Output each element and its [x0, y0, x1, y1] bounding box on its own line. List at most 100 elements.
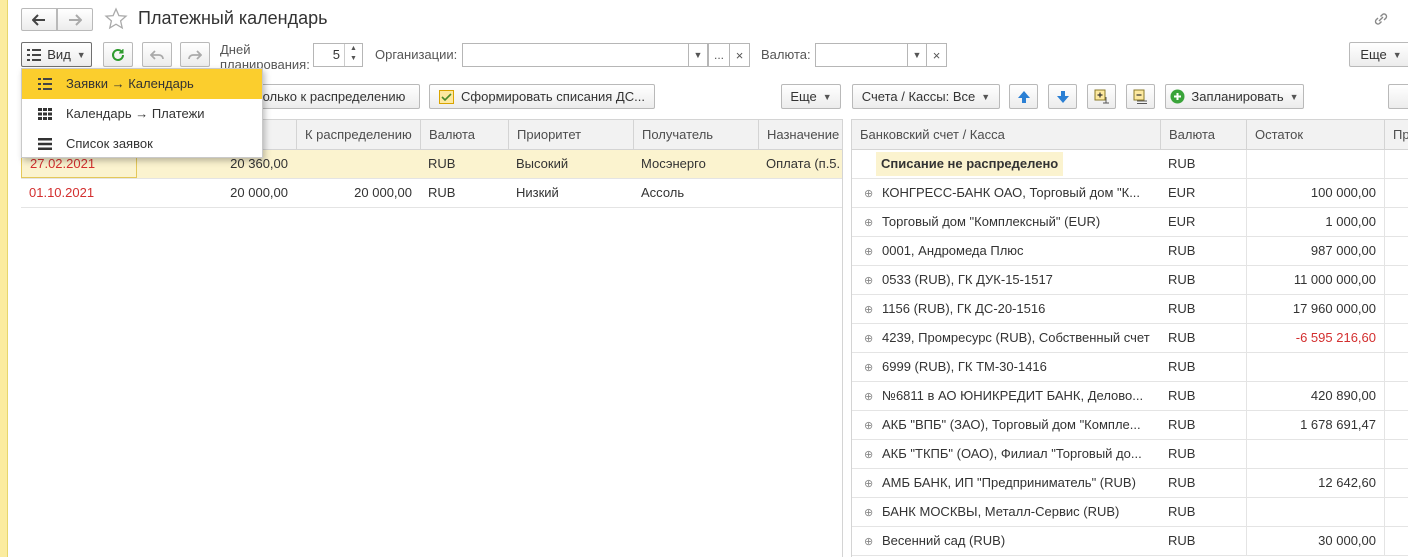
column-divider [1384, 527, 1385, 555]
expand-plus-icon[interactable]: ⊕ [864, 332, 873, 345]
table-row[interactable]: ⊕ АКБ "ТКПБ" (ОАО), Филиал "Торговый до..… [852, 440, 1408, 469]
cell-currency: RUB [1168, 446, 1196, 461]
organizations-dropdown-button[interactable]: ▼ [688, 43, 708, 67]
col-header-currency[interactable]: Валюта [420, 120, 508, 149]
cell-balance: 1 000,00 [1325, 214, 1376, 229]
organizations-select-button[interactable]: ... [708, 43, 730, 67]
collapse-all-button[interactable] [1126, 84, 1155, 109]
table-row[interactable]: ⊕ 1156 (RUB), ГК ДС-20-1516 RUB 17 960 000,… [852, 295, 1408, 324]
cell-currency: RUB [1168, 330, 1196, 345]
cell-account-name: Списание не распределено [876, 152, 1064, 176]
table-row[interactable]: Списание не распределено RUB [852, 150, 1408, 179]
link-icon[interactable] [1372, 10, 1390, 31]
table-row[interactable]: 01.10.2021 20 000,00 20 000,00 RUB Низки… [21, 179, 842, 208]
expand-plus-icon[interactable]: ⊕ [864, 303, 873, 316]
menu-item-calendar-payments[interactable]: Календарь → Платежи [22, 99, 262, 129]
col-header-purpose[interactable]: Назначение [758, 120, 843, 149]
organizations-clear-button[interactable]: × [729, 43, 750, 67]
requests-table: К распределению Валюта Приоритет Получат… [21, 119, 843, 557]
table-row[interactable]: ⊕ Торговый дом "Комплексный" (EUR) EUR 1 00… [852, 208, 1408, 237]
expand-plus-icon[interactable]: ⊕ [864, 390, 873, 403]
table-row[interactable]: ⊕ БАНК МОСКВЫ, Металл-Сервис (RUB) RUB [852, 498, 1408, 527]
expand-plus-icon[interactable]: ⊕ [864, 361, 873, 374]
expand-tree-icon [1094, 89, 1109, 103]
move-down-button[interactable] [1048, 84, 1077, 109]
expand-plus-icon[interactable]: ⊕ [864, 535, 873, 548]
cell-balance: 1 678 691,47 [1300, 417, 1376, 432]
menu-item-requests-list[interactable]: Список заявок [22, 129, 262, 159]
cell-balance [1246, 150, 1384, 178]
redo-button[interactable] [180, 42, 210, 67]
cell-balance: -6 595 216,60 [1295, 330, 1376, 345]
column-divider [1246, 208, 1247, 236]
column-divider [1246, 382, 1247, 410]
table-row[interactable]: ⊕ №6811 в АО ЮНИКРЕДИТ БАНК, Делово... RUB… [852, 382, 1408, 411]
checklist-icon [439, 89, 455, 104]
expand-plus-icon[interactable]: ⊕ [864, 187, 873, 200]
expand-plus-icon[interactable]: ⊕ [864, 245, 873, 258]
table-row[interactable]: ⊕ 0001, Андромеда Плюс RUB 987 000,00 [852, 237, 1408, 266]
table-row[interactable]: ⊕ 0533 (RUB), ГК ДУК-15-1517 RUB 11 000 000… [852, 266, 1408, 295]
expand-plus-icon[interactable]: ⊕ [864, 419, 873, 432]
move-up-button[interactable] [1009, 84, 1038, 109]
table-row[interactable]: ⊕ 6999 (RUB), ГК ТМ-30-1416 RUB [852, 353, 1408, 382]
col-header-account[interactable]: Банковский счет / Касса [852, 120, 1160, 149]
accounts-filter-button[interactable]: Счета / Кассы: Все ▼ [852, 84, 1000, 109]
chevron-down-icon: ▼ [822, 91, 832, 102]
column-divider [1384, 324, 1385, 352]
back-button[interactable] [21, 8, 57, 31]
accounts-filter-label: Счета / Кассы: Все [861, 89, 976, 104]
expand-plus-icon[interactable]: ⊕ [864, 448, 873, 461]
col-header-priority[interactable]: Приоритет [508, 120, 633, 149]
currency-input[interactable]: ▼ [815, 43, 927, 67]
only-distribution-button[interactable]: олько к распределению [248, 84, 420, 109]
right-edge-button[interactable] [1388, 84, 1408, 109]
cell-balance [1246, 440, 1384, 468]
col-header-balance[interactable]: Остаток [1246, 120, 1384, 149]
col-header-recipient[interactable]: Получатель [633, 120, 758, 149]
more-button-left[interactable]: Еще ▼ [781, 84, 841, 109]
only-distribution-label: олько к распределению [262, 89, 406, 104]
expand-plus-icon[interactable]: ⊕ [864, 477, 873, 490]
cell-account-name: 0001, Андромеда Плюс [882, 243, 1024, 258]
table-row[interactable]: ⊕ АКБ "ВПБ" (ЗАО), Торговый дом "Компле..… [852, 411, 1408, 440]
favorite-star-icon[interactable] [104, 7, 128, 34]
form-writeoffs-button[interactable]: Сформировать списания ДС... [429, 84, 655, 109]
menu-item-requests-calendar[interactable]: Заявки → Календарь [22, 69, 262, 99]
forward-button[interactable] [57, 8, 93, 31]
view-dropdown-button[interactable]: Вид ▼ [21, 42, 92, 67]
panel-splitter[interactable] [843, 80, 849, 557]
table-row[interactable]: ⊕ АМБ БАНК, ИП "Предприниматель" (RUB) RUB… [852, 469, 1408, 498]
column-divider [1246, 324, 1247, 352]
cell-balance: 30 000,00 [1318, 533, 1376, 548]
days-stepper[interactable]: 5 ▲ ▼ [313, 43, 363, 67]
organizations-input[interactable]: ▼ [462, 43, 708, 67]
col-header-currency[interactable]: Валюта [1160, 120, 1246, 149]
column-divider [1384, 295, 1385, 323]
column-divider [1246, 527, 1247, 555]
arrow-left-icon [32, 13, 45, 26]
col-header-extra[interactable]: Пр [1384, 120, 1408, 149]
cell-account-name: АКБ "ВПБ" (ЗАО), Торговый дом "Компле... [882, 417, 1141, 432]
cell-purpose: Оплата (п.5. [766, 156, 841, 171]
expand-plus-icon[interactable]: ⊕ [864, 506, 873, 519]
cell-balance [1246, 498, 1384, 526]
expand-all-button[interactable] [1087, 84, 1116, 109]
view-menu: Заявки → Календарь Календарь → Платежи С… [21, 68, 263, 158]
table-row[interactable]: ⊕ КОНГРЕСС-БАНК ОАО, Торговый дом "К... EU… [852, 179, 1408, 208]
expand-plus-icon[interactable]: ⊕ [864, 216, 873, 229]
col-header-to-distribute[interactable]: К распределению [296, 120, 420, 149]
table-row[interactable]: ⊕ 4239, Промресурс (RUB), Собственный сче… [852, 324, 1408, 353]
accounts-table: Банковский счет / Касса Валюта Остаток П… [851, 119, 1408, 557]
refresh-button[interactable] [103, 42, 133, 67]
plan-button[interactable]: Запланировать ▼ [1165, 84, 1304, 109]
chevron-up-icon[interactable]: ▲ [345, 44, 362, 54]
undo-button[interactable] [142, 42, 172, 67]
currency-clear-button[interactable]: × [926, 43, 947, 67]
stepper-arrows[interactable]: ▲ ▼ [344, 44, 362, 66]
chevron-down-icon[interactable]: ▼ [345, 54, 362, 64]
more-button-top[interactable]: Еще ▼ [1349, 42, 1408, 67]
table-row[interactable]: ⊕ Весенний сад (RUB) RUB 30 000,00 [852, 527, 1408, 556]
currency-dropdown-button[interactable]: ▼ [907, 43, 927, 67]
expand-plus-icon[interactable]: ⊕ [864, 274, 873, 287]
